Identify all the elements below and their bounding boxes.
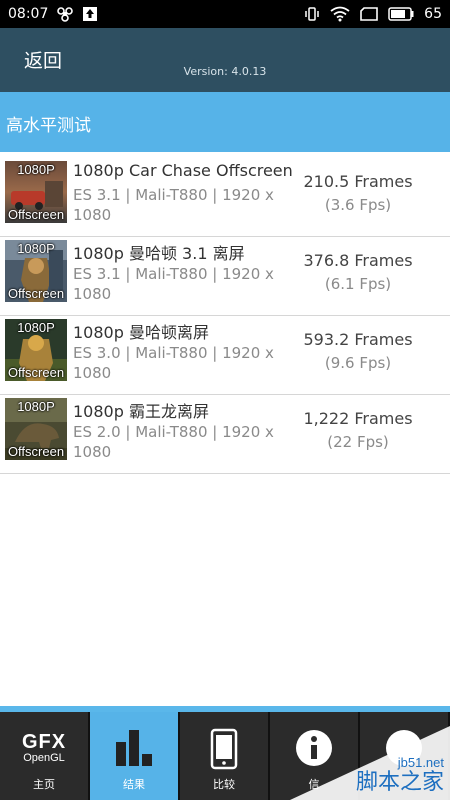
thumb-mode-label: Offscreen: [7, 207, 65, 222]
test-title: 1080p Car Chase Offscreen: [73, 161, 293, 180]
test-title: 1080p 霸王龙离屏: [73, 402, 209, 421]
test-details: ES 2.0 | Mali-T880 | 1920 x 1080: [73, 423, 274, 461]
screen-icon: [360, 7, 378, 21]
results-list: 1080P Offscreen 1080p Car Chase Offscree…: [0, 158, 450, 474]
fps-score: (3.6 Fps): [324, 196, 392, 214]
wifi-icon: [330, 6, 350, 22]
fps-score: (22 Fps): [327, 433, 389, 451]
thumb-resolution-label: 1080P: [17, 320, 55, 335]
thumb-mode-label: Offscreen: [7, 365, 65, 380]
test-details: ES 3.1 | Mali-T880 | 1920 x 1080: [73, 186, 274, 224]
gfx-logo: GFX OpenGL: [21, 731, 67, 764]
vibrate-icon: [304, 6, 320, 22]
nav-results[interactable]: 结果: [90, 712, 180, 800]
section-title: 高水平测试: [6, 116, 91, 136]
watermark: jb51.net 脚本之家: [290, 726, 450, 800]
nav-compare[interactable]: 比较: [180, 712, 270, 800]
test-thumbnail: 1080P Offscreen: [5, 319, 67, 381]
version-label: Version: 4.0.13: [183, 65, 267, 78]
battery-icon: [388, 7, 414, 21]
status-bar: 08:07 65: [0, 0, 450, 28]
test-thumbnail: 1080P Offscreen: [5, 161, 67, 223]
nav-compare-label: 比较: [213, 778, 235, 791]
result-row-manhattan-31[interactable]: 1080P Offscreen 1080p 曼哈顿 3.1 离屏 ES 3.1 …: [0, 237, 450, 316]
fps-score: (6.1 Fps): [324, 275, 392, 293]
fps-score: (9.6 Fps): [324, 354, 392, 372]
result-row-manhattan[interactable]: 1080P Offscreen 1080p 曼哈顿离屏 ES 3.0 | Mal…: [0, 316, 450, 395]
watermark-name: 脚本之家: [355, 770, 444, 795]
frames-score: 376.8 Frames: [303, 251, 413, 270]
result-row-t-rex[interactable]: 1080P Offscreen 1080p 霸王龙离屏 ES 2.0 | Mal…: [0, 395, 450, 474]
test-details: ES 3.1 | Mali-T880 | 1920 x 1080: [73, 265, 274, 303]
test-thumbnail: 1080P Offscreen: [5, 398, 67, 460]
thumb-resolution-label: 1080P: [17, 241, 55, 256]
section-header: 高水平测试: [0, 92, 450, 152]
nav-home-label: 主页: [33, 778, 55, 791]
bar-chart-icon: [90, 728, 178, 768]
thumb-resolution-label: 1080P: [17, 399, 55, 414]
upload-icon: [82, 6, 98, 22]
battery-level: 65: [424, 6, 442, 22]
pinwheel-icon: [56, 6, 74, 22]
frames-score: 593.2 Frames: [303, 330, 413, 349]
status-time: 08:07: [8, 6, 49, 22]
test-thumbnail: 1080P Offscreen: [5, 240, 67, 302]
result-row-car-chase[interactable]: 1080P Offscreen 1080p Car Chase Offscree…: [0, 158, 450, 237]
test-title: 1080p 曼哈顿离屏: [73, 323, 209, 342]
nav-home[interactable]: GFX OpenGL 主页: [0, 712, 90, 800]
thumb-mode-label: Offscreen: [7, 444, 65, 459]
thumb-mode-label: Offscreen: [7, 286, 65, 301]
frames-score: 210.5 Frames: [303, 172, 413, 191]
phone-icon: [180, 728, 268, 770]
test-details: ES 3.0 | Mali-T880 | 1920 x 1080: [73, 344, 274, 382]
thumb-resolution-label: 1080P: [17, 162, 55, 177]
app-header: 返回 Version: 4.0.13: [0, 28, 450, 92]
frames-score: 1,222 Frames: [303, 409, 413, 428]
test-title: 1080p 曼哈顿 3.1 离屏: [73, 244, 245, 263]
nav-results-label: 结果: [123, 778, 145, 791]
